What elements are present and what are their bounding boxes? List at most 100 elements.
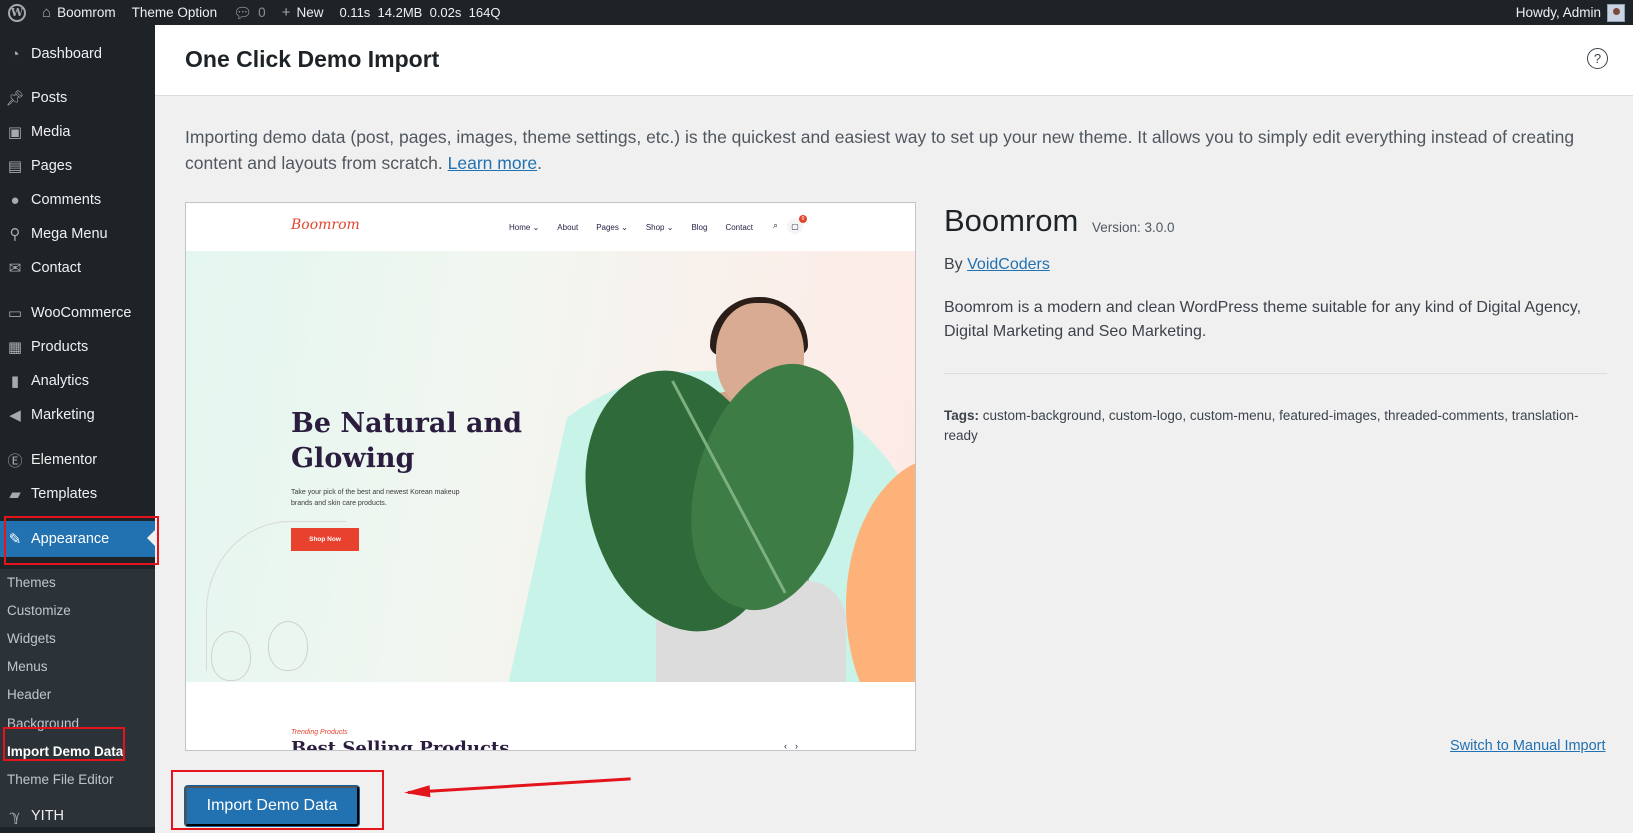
sidebar-item-woocommerce[interactable]: ▭ WooCommerce xyxy=(0,296,155,330)
preview-menu-home: Home ⌄ xyxy=(509,223,540,232)
annotation-arrow-head xyxy=(403,785,431,799)
sidebar-item-marketing[interactable]: ◀ Marketing xyxy=(0,398,155,432)
preview-flower-sketch xyxy=(268,621,308,671)
avatar xyxy=(1607,3,1625,22)
preview-menu-pages: Pages ⌄ xyxy=(596,223,628,232)
comment-icon: 💬︎ xyxy=(233,4,253,22)
theme-option-menu[interactable]: Theme Option xyxy=(124,0,226,25)
mail-icon: ✉ xyxy=(8,260,22,277)
perf-memory: 14.2MB xyxy=(377,5,423,20)
sidebar-item-label: YITH xyxy=(31,808,65,824)
preview-headline: Be Natural and Glowing xyxy=(291,408,523,474)
sidebar-item-media[interactable]: ▣ Media xyxy=(0,115,155,149)
preview-section-title: Best Selling Products xyxy=(291,738,510,751)
sidebar-item-label: Mega Menu xyxy=(31,226,108,242)
sidebar-item-label: WooCommerce xyxy=(31,305,132,321)
help-icon[interactable]: ? xyxy=(1587,48,1608,69)
submenu-item-customize[interactable]: Customize xyxy=(7,599,71,621)
my-account-menu[interactable]: Howdy, Admin xyxy=(1508,0,1633,25)
sidebar-item-label: Analytics xyxy=(31,373,90,389)
sidebar-item-pages[interactable]: ▤ Pages xyxy=(0,149,155,183)
theme-author: By VoidCoders xyxy=(944,256,1050,274)
sidebar-item-posts[interactable]: 📌︎ Posts xyxy=(0,81,155,115)
preview-menu-contact: Contact xyxy=(725,223,754,232)
highlight-import-button xyxy=(171,770,384,830)
sidebar-item-label: Products xyxy=(31,339,89,355)
home-icon: ⌂ xyxy=(42,4,52,21)
preview-search-icon: ⌕ xyxy=(773,220,779,230)
preview-hero: Be Natural and Glowing Take your pick of… xyxy=(186,251,915,682)
site-name-menu[interactable]: ⌂ Boomrom xyxy=(34,0,124,25)
sidebar-item-comments[interactable]: ● Comments xyxy=(0,183,155,217)
sidebar-item-dashboard[interactable]: ◔ Dashboard xyxy=(0,37,155,71)
howdy-text: Howdy, Admin xyxy=(1515,5,1601,20)
sidebar-item-elementor[interactable]: Ⓔ Elementor xyxy=(0,443,155,477)
sidebar-item-templates[interactable]: ▰ Templates xyxy=(0,477,155,511)
submenu-item-header[interactable]: Header xyxy=(7,683,51,705)
yith-icon: ℽ xyxy=(9,808,21,825)
sidebar-item-label: Dashboard xyxy=(31,46,102,62)
divider xyxy=(944,373,1607,374)
preview-navbar: Boomrom Home ⌄ About Pages ⌄ Shop ⌄ Blog… xyxy=(186,203,915,251)
site-name: Boomrom xyxy=(57,5,116,20)
page-header: One Click Demo Import ? xyxy=(155,25,1633,96)
author-prefix: By xyxy=(944,256,963,273)
appearance-submenu: Themes Customize Widgets Menus Header Ba… xyxy=(0,569,155,827)
admin-sidebar: ◔ Dashboard 📌︎ Posts ▣ Media ▤ Pages ● C… xyxy=(0,25,155,833)
new-content-menu[interactable]: + New xyxy=(274,0,332,25)
preview-menu-shop: Shop ⌄ xyxy=(645,223,674,232)
submenu-item-themes[interactable]: Themes xyxy=(7,571,56,593)
admin-bar: W ⌂ Boomrom Theme Option 💬︎ 0 + New 0.11… xyxy=(0,0,1633,25)
sidebar-item-contact[interactable]: ✉ Contact xyxy=(0,251,155,285)
submenu-item-menus[interactable]: Menus xyxy=(7,655,48,677)
sidebar-item-mega-menu[interactable]: ⚲ Mega Menu xyxy=(0,217,155,251)
pin-icon: 📌︎ xyxy=(5,90,25,107)
sidebar-item-analytics[interactable]: ▮ Analytics xyxy=(0,364,155,398)
perf-time: 0.11s xyxy=(339,5,371,20)
tags-list: custom-background, custom-logo, custom-m… xyxy=(944,408,1579,443)
plus-icon: + xyxy=(281,4,291,21)
bar-chart-icon: ▮ xyxy=(10,373,20,390)
intro-text: Importing demo data (post, pages, images… xyxy=(185,124,1605,176)
highlight-import-demo-data xyxy=(3,727,125,761)
comments-menu[interactable]: 💬︎ 0 xyxy=(225,0,274,25)
learn-more-link[interactable]: Learn more xyxy=(448,153,538,173)
theme-option-label: Theme Option xyxy=(131,5,218,20)
sidebar-item-products[interactable]: ▦ Products xyxy=(0,330,155,364)
tags-label: Tags: xyxy=(944,408,980,423)
dashboard-icon: ◔ xyxy=(10,45,20,63)
woo-icon: ▭ xyxy=(7,305,23,322)
highlight-appearance xyxy=(4,516,159,565)
comment-icon: ● xyxy=(10,191,20,209)
sidebar-item-label: Contact xyxy=(31,260,81,276)
folder-icon: ▰ xyxy=(9,486,21,503)
theme-description: Boomrom is a modern and clean WordPress … xyxy=(944,299,1582,340)
submenu-item-theme-file-editor[interactable]: Theme File Editor xyxy=(7,768,114,790)
annotation-arrow-line xyxy=(407,777,631,794)
comments-count: 0 xyxy=(258,5,266,20)
wordpress-icon: W xyxy=(8,3,26,22)
sidebar-item-yith[interactable]: ℽ YITH xyxy=(0,799,155,833)
sidebar-item-label: Pages xyxy=(31,158,73,174)
preview-menu-about: About xyxy=(557,223,579,232)
intro-period: . xyxy=(537,153,543,173)
sidebar-item-label: Media xyxy=(31,124,71,140)
new-label: New xyxy=(296,5,324,20)
sidebar-item-label: Comments xyxy=(31,192,102,208)
preview-shop-now-button: Shop Now xyxy=(291,528,359,551)
page-title: One Click Demo Import xyxy=(185,46,440,72)
preview-trending-label: Trending Products xyxy=(291,729,348,736)
submenu-item-widgets[interactable]: Widgets xyxy=(7,627,56,649)
preview-cart-badge: 0 xyxy=(799,215,807,223)
theme-name: Boomrom xyxy=(944,203,1079,238)
switch-to-manual-import-link[interactable]: Switch to Manual Import xyxy=(1450,738,1606,754)
author-link[interactable]: VoidCoders xyxy=(967,256,1050,273)
theme-tags: Tags: custom-background, custom-logo, cu… xyxy=(944,406,1609,446)
sidebar-item-label: Elementor xyxy=(31,452,98,468)
elementor-icon: Ⓔ xyxy=(7,452,23,470)
pages-icon: ▤ xyxy=(7,158,23,175)
sidebar-item-label: Posts xyxy=(31,90,68,106)
wordpress-logo-menu[interactable]: W xyxy=(0,0,34,25)
media-icon: ▣ xyxy=(7,124,23,141)
query-monitor-menu[interactable]: 0.11s 14.2MB 0.02s 164Q xyxy=(331,0,508,25)
